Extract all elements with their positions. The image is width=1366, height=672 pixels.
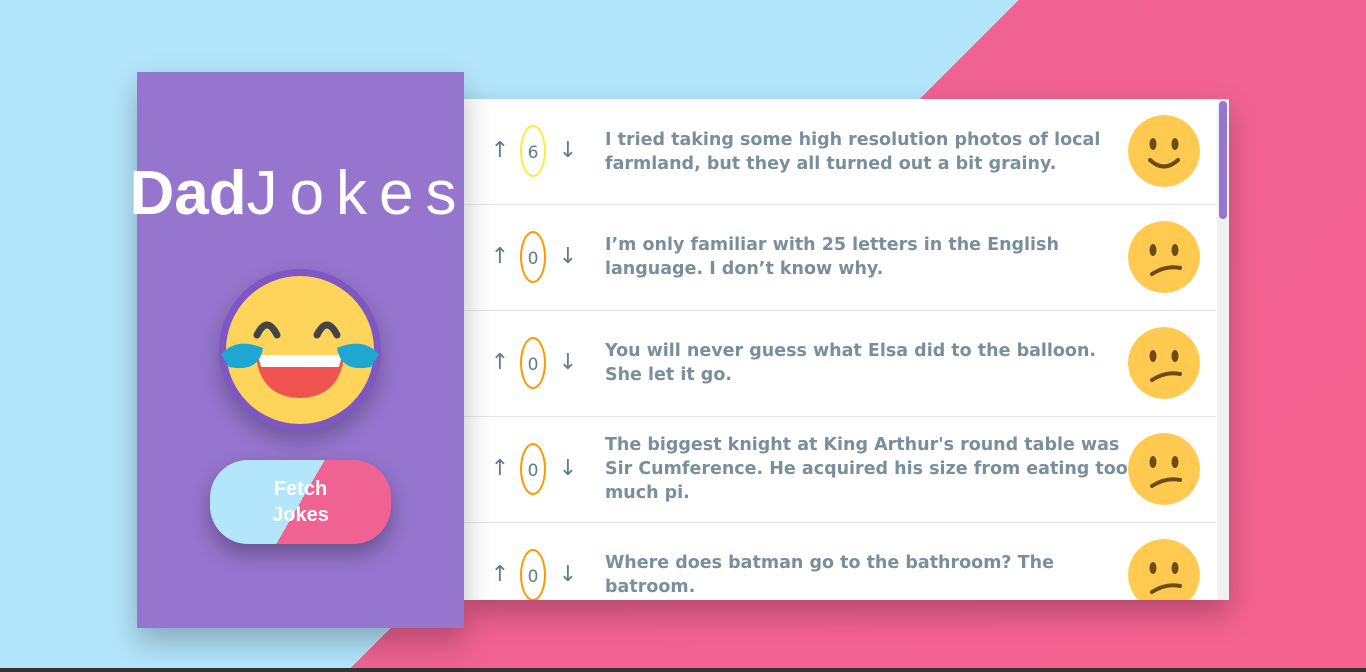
fetch-jokes-label: Fetch Jokes (272, 478, 329, 526)
fetch-jokes-button[interactable]: Fetch Jokes (210, 460, 391, 544)
joke-row: ↑ 6 ↓ I tried taking some high resolutio… (464, 99, 1216, 205)
joke-score: 0 (520, 231, 546, 283)
joke-list-app: DadJokes Fetch Jokes ↑ 6 ↓ I tried takin… (129, 72, 1229, 628)
sidebar: DadJokes Fetch Jokes (129, 72, 464, 628)
arrow-up-icon[interactable]: ↑ (488, 245, 512, 269)
bottom-bar (0, 668, 1366, 672)
joke-text: You will never guess what Elsa did to th… (605, 341, 1097, 385)
arrow-up-icon[interactable]: ↑ (488, 563, 512, 587)
joke-row: ↑ 0 ↓ The biggest knight at King Arthur'… (464, 417, 1216, 523)
arrow-up-icon[interactable]: ↑ (488, 139, 512, 163)
confused-emoji-icon (1128, 327, 1200, 399)
laughing-tears-emoji-icon (219, 269, 381, 431)
confused-emoji-icon (1128, 433, 1200, 505)
joke-score: 6 (520, 125, 546, 177)
arrow-down-icon[interactable]: ↓ (556, 245, 580, 269)
joke-score: 0 (520, 443, 546, 495)
arrow-down-icon[interactable]: ↓ (556, 563, 580, 587)
joke-row: ↑ 0 ↓ Where does batman go to the bathro… (464, 523, 1216, 600)
confused-emoji-icon (1128, 221, 1200, 293)
arrow-down-icon[interactable]: ↓ (556, 139, 580, 163)
arrow-down-icon[interactable]: ↓ (556, 351, 580, 375)
arrow-up-icon[interactable]: ↑ (488, 457, 512, 481)
arrow-down-icon[interactable]: ↓ (556, 457, 580, 481)
joke-score: 0 (520, 337, 546, 389)
joke-text: The biggest knight at King Arthur's roun… (605, 435, 1128, 503)
title-jokes: Jokes (246, 159, 469, 228)
scrollbar-thumb[interactable] (1219, 101, 1227, 219)
title-dad: Dad (129, 159, 247, 228)
joke-row: ↑ 0 ↓ I’m only familiar with 25 letters … (464, 205, 1216, 311)
jokes-scrollbar[interactable] (1217, 99, 1229, 600)
arrow-up-icon[interactable]: ↑ (488, 351, 512, 375)
joke-score: 0 (520, 549, 546, 600)
smile-emoji-icon (1128, 115, 1200, 187)
app-title: DadJokes (119, 158, 479, 229)
joke-text: Where does batman go to the bathroom? Th… (605, 553, 1054, 597)
joke-text: I’m only familiar with 25 letters in the… (605, 235, 1059, 279)
jokes-list: ↑ 6 ↓ I tried taking some high resolutio… (464, 99, 1229, 600)
confused-emoji-icon (1128, 539, 1200, 600)
joke-text: I tried taking some high resolution phot… (605, 130, 1101, 174)
joke-row: ↑ 0 ↓ You will never guess what Elsa did… (464, 311, 1216, 417)
